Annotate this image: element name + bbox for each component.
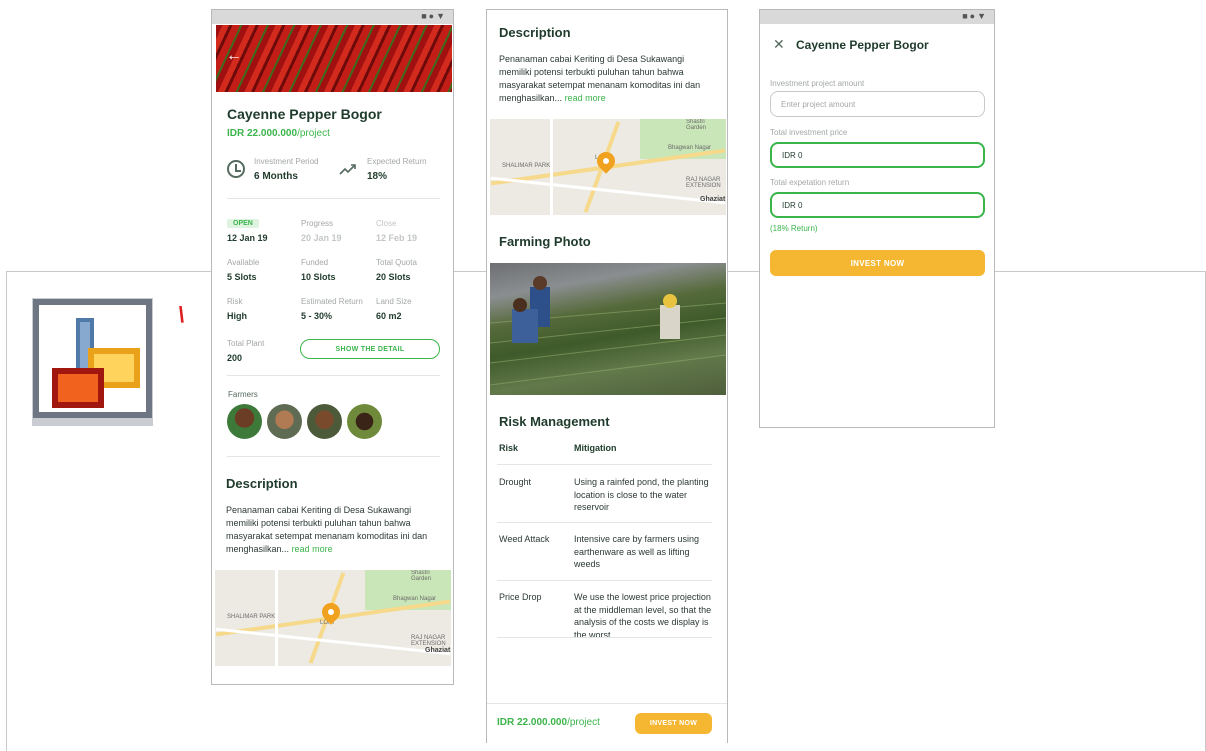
invest-now-button[interactable]: INVEST NOW: [635, 713, 712, 734]
close-label: Close: [376, 219, 397, 228]
progress-label: Progress: [301, 219, 334, 228]
project-amount-input[interactable]: Enter project amount: [770, 91, 985, 117]
divider: [227, 375, 440, 376]
location-map[interactable]: SHALIMAR PARK LONI Shastri Garden Bhagwa…: [215, 570, 451, 666]
app-icon: [32, 298, 153, 426]
avatar[interactable]: [227, 404, 262, 439]
divider: [497, 522, 712, 523]
back-arrow-icon[interactable]: ←: [226, 47, 242, 65]
return-label: Expected Return: [367, 157, 427, 166]
progress-date: 20 Jan 19: [301, 233, 342, 243]
funded-value: 10 Slots: [301, 272, 336, 282]
quota-value: 20 Slots: [376, 272, 411, 282]
footer-price: IDR 22.000.000/project: [497, 717, 600, 728]
plant-value: 200: [227, 353, 243, 363]
plant-label: Total Plant: [227, 339, 265, 348]
read-more-link[interactable]: read more: [292, 544, 333, 554]
project-price: IDR 22.000.000/project: [227, 128, 330, 139]
status-bar: ■●▼: [760, 10, 994, 24]
return-value: 18%: [367, 171, 388, 182]
period-label: Investment Period: [254, 157, 319, 166]
description-heading: Description: [226, 476, 298, 491]
project-detail-screen: ■●▼ ← Cayenne Pepper Bogor IDR 22.000.00…: [211, 9, 454, 685]
est-return-label: Estimated Return: [301, 297, 363, 306]
available-label: Available: [227, 258, 260, 267]
trend-up-icon: [339, 160, 357, 178]
project-detail-scrolled-screen: Description Penanaman cabai Keriting di …: [486, 9, 728, 743]
footer-bar: IDR 22.000.000/project INVEST NOW: [487, 703, 727, 743]
invest-now-button[interactable]: INVEST NOW: [770, 250, 985, 276]
form-title: Cayenne Pepper Bogor: [796, 38, 929, 52]
location-map[interactable]: SHALIMAR PARK LONI Shastri Garden Bhagwa…: [490, 119, 726, 215]
divider: [497, 637, 712, 638]
risk-management-heading: Risk Management: [499, 414, 610, 429]
avatar[interactable]: [347, 404, 382, 439]
return-label: Total expetation return: [770, 178, 850, 187]
risk-value: High: [227, 311, 247, 321]
divider: [227, 456, 440, 457]
description-text: Penanaman cabai Keriting di Desa Sukawan…: [226, 505, 428, 554]
mitigation-column-header: Mitigation: [574, 443, 617, 453]
risk-column-header: Risk: [499, 443, 519, 453]
mitigation-cell: Using a rainfed pond, the planting locat…: [574, 477, 709, 512]
total-price-label: Total investment price: [770, 128, 848, 137]
show-detail-button[interactable]: SHOW THE DETAIL: [300, 339, 440, 359]
risk-cell: Price Drop: [499, 592, 542, 602]
divider: [227, 198, 440, 199]
total-price-field[interactable]: IDR 0: [770, 142, 985, 168]
period-value: 6 Months: [254, 171, 298, 182]
risk-cell: Drought: [499, 477, 532, 487]
description-text: Penanaman cabai Keriting di Desa Sukawan…: [499, 54, 701, 103]
project-title: Cayenne Pepper Bogor: [227, 106, 382, 122]
risk-cell: Weed Attack: [499, 534, 550, 544]
funded-label: Funded: [301, 258, 329, 267]
invest-form-screen: ■●▼ ✕ Cayenne Pepper Bogor Investment pr…: [759, 9, 995, 428]
return-note: (18% Return): [770, 224, 818, 233]
est-return-value: 5 - 30%: [301, 311, 333, 321]
avatar[interactable]: [267, 404, 302, 439]
close-date: 12 Feb 19: [376, 233, 418, 243]
clock-icon: [227, 160, 245, 178]
divider: [497, 580, 712, 581]
land-label: Land Size: [376, 297, 412, 306]
farming-photo-carousel[interactable]: [490, 263, 726, 641]
land-value: 60 m2: [376, 311, 402, 321]
return-field[interactable]: IDR 0: [770, 192, 985, 218]
avatar[interactable]: [307, 404, 342, 439]
risk-label: Risk: [227, 297, 243, 306]
description-heading: Description: [499, 25, 571, 40]
open-date: 12 Jan 19: [227, 233, 268, 243]
available-value: 5 Slots: [227, 272, 257, 282]
mitigation-cell: Intensive care by farmers using earthenw…: [574, 534, 700, 569]
close-icon[interactable]: ✕: [773, 36, 785, 53]
read-more-link[interactable]: read more: [565, 93, 606, 103]
hero-image: ←: [216, 25, 452, 92]
status-badge: OPEN: [227, 219, 259, 228]
quota-label: Total Quota: [376, 258, 417, 267]
amount-label: Investment project amount: [770, 79, 865, 88]
red-mark: \: [178, 302, 185, 327]
divider: [497, 464, 712, 465]
mitigation-cell: We use the lowest price projection at th…: [574, 592, 712, 637]
farming-photo-heading: Farming Photo: [499, 234, 591, 249]
status-bar: ■●▼: [212, 10, 453, 24]
farmers-label: Farmers: [228, 390, 258, 399]
